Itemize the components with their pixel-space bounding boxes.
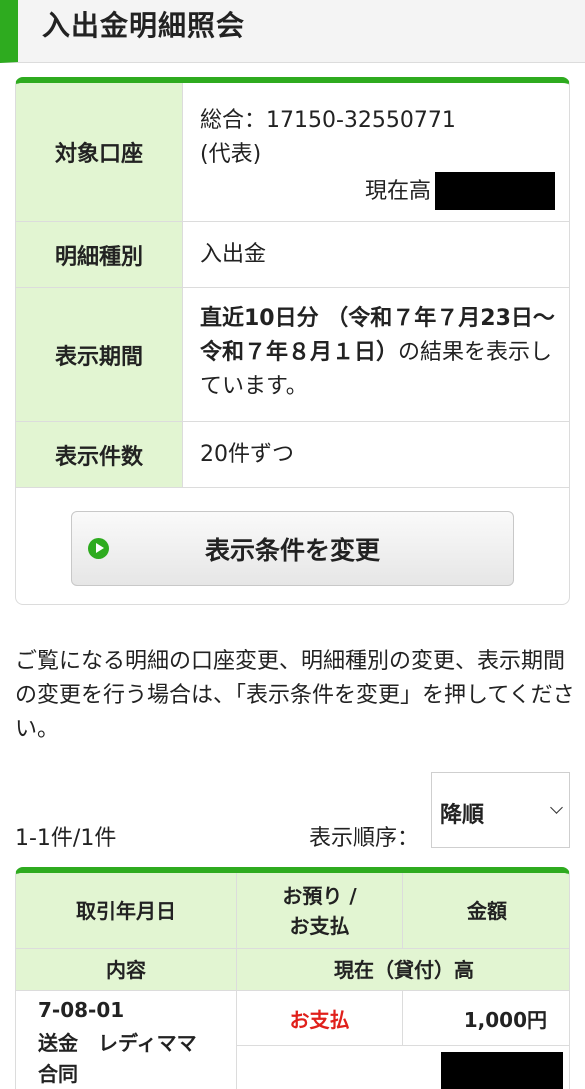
account-label: 対象口座 (16, 83, 183, 221)
query-conditions-card: 対象口座 総合：17150-32550771 (代表) 現在高 明細種別 入出金… (15, 77, 570, 605)
account-representative: (代表) (200, 142, 262, 167)
header-date: 取引年月日 (16, 873, 237, 949)
chevron-down-icon (550, 801, 563, 814)
statement-type-label: 明細種別 (16, 222, 183, 287)
play-circle-icon (88, 538, 109, 559)
header-kind: お預り / お支払 (237, 873, 403, 949)
transaction-balance (237, 1046, 569, 1089)
display-period-row: 表示期間 直近10日分 （令和７年７月23日～令和７年８月１日）の結果を表示して… (16, 288, 569, 422)
account-row: 対象口座 総合：17150-32550771 (代表) 現在高 (16, 83, 569, 222)
sort-order-label: 表示順序： (309, 826, 420, 851)
header-content: 内容 (16, 949, 237, 991)
header-kind-line2: お支払 (289, 913, 350, 938)
display-count-row: 表示件数 20件ずつ (16, 422, 569, 488)
sort-order-value: 降順 (440, 803, 485, 828)
statement-type-row: 明細種別 入出金 (16, 222, 569, 288)
display-period-label: 表示期間 (16, 288, 183, 421)
display-period-value: 直近10日分 （令和７年７月23日～令和７年８月１日）の結果を表示しています。 (200, 302, 555, 404)
account-value: 総合：17150-32550771 (代表) 現在高 (200, 83, 555, 221)
result-count: 1-1件/1件 (15, 826, 117, 851)
change-conditions-button[interactable]: 表示条件を変更 (71, 511, 514, 586)
page-header: 入出金明細照会 (0, 0, 585, 63)
display-count-label: 表示件数 (16, 422, 183, 487)
balance-redaction (441, 1052, 563, 1089)
transaction-kind: お支払 (237, 991, 403, 1046)
display-count-value: 20件ずつ (200, 442, 294, 467)
transaction-table: 取引年月日 お預り / お支払 金額 内容 現在（貸付）高 7-08-01 送金… (15, 867, 570, 1089)
page-title: 入出金明細照会 (42, 9, 246, 42)
current-balance: 現在高 (365, 172, 555, 210)
transaction-date: 7-08-01 (38, 998, 125, 1022)
header-balance: 現在（貸付）高 (237, 949, 569, 991)
statement-type-value: 入出金 (200, 242, 267, 267)
table-row[interactable]: 7-08-01 送金 レディママ 合同 (16, 991, 237, 1089)
transaction-amount: 1,000円 (403, 991, 569, 1046)
balance-redaction (435, 172, 555, 210)
change-conditions-label: 表示条件を変更 (204, 535, 380, 565)
current-balance-label: 現在高 (364, 178, 431, 204)
sort-order-select[interactable]: 降順 (431, 772, 570, 848)
account-number: 総合：17150-32550771 (200, 108, 456, 133)
instruction-text: ご覧になる明細の口座変更、明細種別の変更、表示期間の変更を行う場合は、「表示条件… (15, 649, 575, 742)
header-kind-line1: お預り / (282, 883, 357, 908)
transaction-description: 送金 レディママ 合同 (38, 1031, 217, 1086)
header-amount: 金額 (403, 873, 569, 949)
